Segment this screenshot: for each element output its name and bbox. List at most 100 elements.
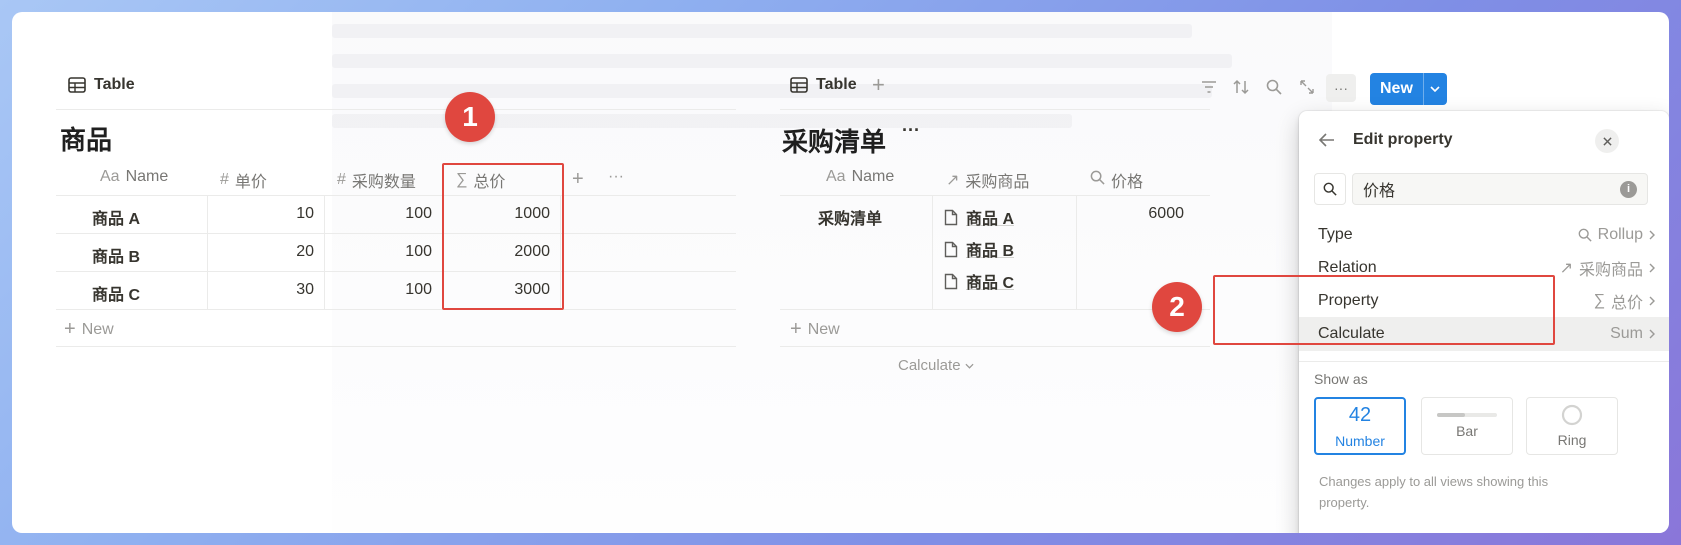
relation-arrow-icon: ↗ [1559, 260, 1573, 277]
right-new-row-button[interactable]: + New [790, 318, 840, 341]
left-row-price[interactable]: 30 [218, 281, 314, 299]
left-row-price[interactable]: 10 [218, 205, 314, 223]
calculate-row-value: Sum [1610, 325, 1655, 343]
search-icon[interactable] [1263, 76, 1285, 98]
step-badge-1: 1 [445, 92, 495, 142]
number-preview: 42 [1348, 403, 1372, 426]
chevron-down-icon[interactable] [1422, 73, 1447, 105]
search-icon [1323, 182, 1337, 196]
bar-preview-icon [1437, 413, 1497, 417]
right-tab-divider [780, 109, 1210, 110]
right-view-tab[interactable]: Table [790, 76, 857, 94]
right-col-relation-label: 采购商品 [965, 174, 1030, 191]
left-row-name[interactable]: 商品 C [92, 281, 140, 305]
right-new-row-label: New [807, 320, 840, 338]
sum-formula-icon: ∑ [1593, 292, 1605, 309]
screenshot-frame: Table 商品 Aa Name # 单价 # 采购数量 ∑ 总价 + ··· … [12, 12, 1669, 533]
chevron-right-icon [1649, 329, 1655, 339]
close-icon[interactable] [1595, 129, 1619, 153]
right-row-divider [780, 346, 1210, 347]
number-property-icon: # [220, 171, 229, 188]
show-as-bar-option[interactable]: Bar [1421, 397, 1513, 455]
relation-page-chip[interactable]: 商品 C [944, 269, 1014, 293]
text-property-icon: Aa [826, 168, 846, 185]
left-row-divider [56, 346, 736, 347]
left-db-title[interactable]: 商品 [60, 120, 112, 157]
left-view-tab[interactable]: Table [68, 76, 135, 94]
info-icon[interactable]: i [1620, 180, 1637, 198]
show-as-label: Show as [1314, 371, 1368, 387]
expand-icon[interactable] [1296, 76, 1318, 98]
left-new-row-label: New [81, 320, 114, 338]
back-arrow-icon[interactable] [1318, 133, 1335, 152]
step-badge-2: 2 [1152, 282, 1202, 332]
property-value-text: 总价 [1610, 295, 1643, 312]
right-col-relation-header[interactable]: ↗ 采购商品 [946, 168, 1029, 192]
right-col-rollup-header[interactable]: 价格 [1090, 168, 1143, 192]
left-row-name[interactable]: 商品 A [92, 205, 140, 229]
panel-footnote: Changes apply to all views showing this … [1319, 474, 1549, 510]
new-record-button[interactable]: New [1370, 73, 1447, 105]
property-name-input[interactable]: 价格 i [1352, 173, 1648, 205]
calculate-button[interactable]: Calculate [898, 357, 974, 374]
panel-divider [1299, 361, 1669, 362]
filter-icon[interactable] [1198, 76, 1220, 98]
left-row-divider [56, 309, 736, 310]
plus-icon: + [790, 318, 802, 340]
show-as-number-option[interactable]: 42 Number [1314, 397, 1406, 455]
right-db-title[interactable]: 采购清单 [782, 122, 886, 159]
relation-row-value: ↗ 采购商品 [1560, 256, 1655, 280]
title-more-button[interactable]: ··· [902, 120, 920, 141]
left-row-price[interactable]: 20 [218, 243, 314, 261]
highlight-box-total-column [442, 163, 564, 310]
relation-page-label: 商品 C [966, 275, 1015, 292]
more-options-button[interactable]: ··· [1326, 74, 1356, 102]
add-view-button[interactable]: + [872, 72, 885, 98]
chevron-down-icon [965, 363, 974, 369]
left-col-name-header[interactable]: Aa Name [100, 168, 168, 186]
page-icon [944, 273, 958, 289]
type-row-label: Type [1318, 226, 1353, 243]
panel-title: Edit property [1353, 131, 1453, 148]
left-new-row-button[interactable]: + New [64, 318, 114, 341]
left-col-divider [207, 195, 208, 309]
left-col-price-header[interactable]: # 单价 [220, 168, 267, 192]
left-col-divider [324, 195, 325, 309]
relation-page-label: 商品 A [966, 211, 1015, 228]
number-option-label: Number [1335, 432, 1385, 449]
page-icon [944, 241, 958, 257]
left-row-qty[interactable]: 100 [334, 243, 432, 261]
sort-icon[interactable] [1230, 76, 1252, 98]
left-row-name[interactable]: 商品 B [92, 243, 140, 267]
page-icon [944, 209, 958, 225]
right-col-divider [932, 195, 933, 309]
relation-arrow-icon: ↗ [946, 172, 960, 189]
right-col-rollup-label: 价格 [1111, 174, 1144, 191]
type-row[interactable]: Type Rollup [1299, 218, 1669, 252]
left-col-qty-header[interactable]: # 采购数量 [337, 168, 416, 192]
right-col-divider [1076, 195, 1077, 309]
right-col-name-header[interactable]: Aa Name [826, 168, 894, 186]
table-icon [790, 76, 808, 94]
chevron-right-icon [1649, 296, 1655, 306]
type-row-value: Rollup [1578, 226, 1655, 244]
left-row-qty[interactable]: 100 [334, 281, 432, 299]
property-icon-picker[interactable] [1314, 173, 1346, 205]
show-as-ring-option[interactable]: Ring [1526, 397, 1618, 455]
left-header-divider [56, 195, 736, 196]
highlight-box-property-calculate [1213, 275, 1555, 345]
left-row-qty[interactable]: 100 [334, 205, 432, 223]
left-tab-divider [56, 109, 736, 110]
left-col-qty-label: 采购数量 [351, 174, 416, 191]
right-row-divider [780, 309, 1210, 310]
plus-icon: + [64, 318, 76, 340]
left-col-price-label: 单价 [234, 174, 267, 191]
right-row-rollup-value[interactable]: 6000 [1086, 205, 1184, 223]
add-column-button[interactable]: + [572, 168, 584, 191]
relation-page-chip[interactable]: 商品 B [944, 237, 1014, 261]
relation-page-chip[interactable]: 商品 A [944, 205, 1014, 229]
left-row-divider [56, 271, 736, 272]
column-more-button[interactable]: ··· [608, 168, 624, 186]
right-row-name[interactable]: 采购清单 [818, 205, 882, 229]
bar-option-label: Bar [1456, 423, 1478, 439]
